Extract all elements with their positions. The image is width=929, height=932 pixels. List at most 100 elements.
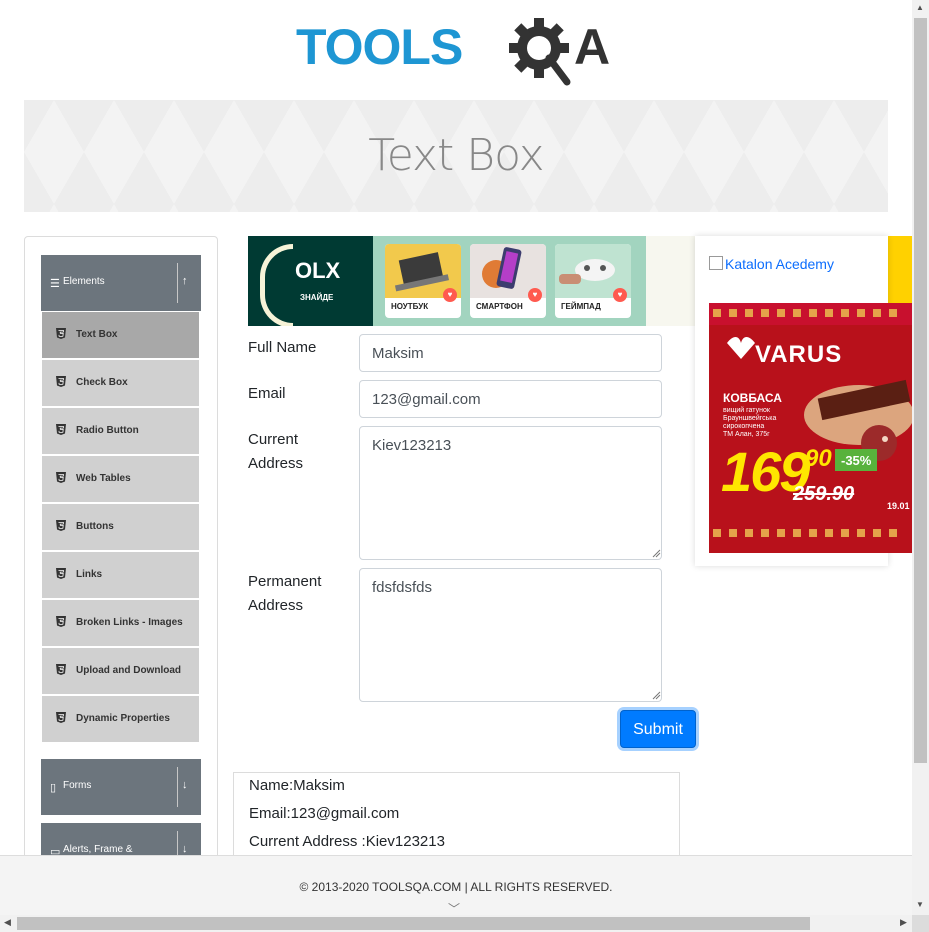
logo-a-text: A (574, 19, 610, 75)
current-address-textarea[interactable]: Kiev123213 (359, 426, 662, 560)
current-address-label-line2: Address (248, 455, 304, 472)
hamburger-icon: ☰ (50, 278, 60, 290)
scrollbar-corner (912, 915, 929, 932)
vertical-scrollbar[interactable]: ▲ ▼ (912, 0, 929, 915)
arrow-up-icon: ↑ (182, 275, 188, 287)
heart-icon: ♥ (613, 288, 627, 302)
varus-description-3: сирокопчена (723, 423, 765, 430)
heart-icon: ♥ (528, 288, 542, 302)
divider (177, 263, 178, 303)
output-current-address: Current Address :Kiev123213 (249, 833, 445, 850)
heart-icon: ♥ (443, 288, 457, 302)
html5-icon (56, 664, 66, 675)
sidebar-menu: ☰ Elements ↑ Text Box Check Box Radio Bu… (24, 236, 218, 878)
sidebar-group-title: Forms (63, 780, 92, 791)
varus-description-4: ТМ Алан, 375г (723, 431, 770, 438)
output-email: Email:123@gmail.com (249, 805, 400, 822)
logo-gear-icon (509, 18, 571, 86)
broken-image-icon (709, 256, 723, 270)
html5-icon (56, 616, 66, 627)
html5-icon (56, 568, 66, 579)
html5-icon (56, 712, 66, 723)
sidebar-item-label: Text Box (76, 329, 118, 340)
sidebar-item-dynamic-properties[interactable]: Dynamic Properties (41, 695, 200, 743)
document-icon: ▯ (50, 782, 57, 794)
sidebar-item-label: Dynamic Properties (76, 713, 170, 724)
sidebar-item-text-box[interactable]: Text Box (41, 311, 200, 359)
varus-description-2: Брауншвейгська (723, 415, 777, 422)
sidebar-group-title: Elements (63, 276, 105, 287)
varus-old-price: 259.90 (793, 483, 855, 505)
resize-handle-icon[interactable] (652, 691, 661, 700)
horizontal-scrollbar[interactable]: ◀ ▶ (0, 915, 912, 932)
sidebar-item-check-box[interactable]: Check Box (41, 359, 200, 407)
ad-product-label: ГЕЙМПАД (561, 302, 601, 311)
varus-ad-banner: VARUS КОВБАСА вищий гатунок Брауншвейгсь… (709, 303, 912, 553)
footer: © 2013-2020 TOOLSQA.COM | ALL RIGHTS RES… (0, 855, 912, 916)
varus-price-cents: 90 (805, 445, 832, 472)
email-input[interactable]: 123@gmail.com (359, 380, 662, 418)
sidebar-item-label: Radio Button (76, 425, 139, 436)
permanent-address-textarea[interactable]: fdsfdsfds (359, 568, 662, 702)
sidebar-group-forms[interactable]: ▯ Forms ↓ (41, 759, 201, 815)
scroll-left-arrow-icon[interactable]: ◀ (4, 917, 11, 928)
sidebar-item-label: Upload and Download (76, 665, 181, 676)
divider (177, 767, 178, 807)
olx-slogan: ЗНАЙДЕ (300, 293, 334, 302)
html5-icon (56, 376, 66, 387)
side-advertisement[interactable]: Katalon Acedemy VARUS КОВБАСА вищий гату… (695, 236, 912, 566)
ad-product-laptop: НОУТБУК ♥ (385, 244, 461, 318)
resize-handle-icon[interactable] (652, 549, 661, 558)
logo-tools-text: TOOLS (296, 19, 462, 75)
arrow-down-icon: ↓ (182, 843, 188, 855)
sidebar-item-links[interactable]: Links (41, 551, 200, 599)
sidebar-group-elements[interactable]: ☰ Elements ↑ (41, 255, 201, 311)
horizontal-scroll-thumb[interactable] (17, 917, 810, 930)
katalon-ad-link[interactable]: Katalon Acedemy (709, 256, 834, 272)
toolsqa-logo[interactable]: TOOLS A (296, 14, 622, 92)
sidebar-item-broken-links[interactable]: Broken Links - Images (41, 599, 200, 647)
page-header-banner: Text Box (24, 100, 888, 212)
katalon-alt-text: Katalon Acedemy (725, 256, 834, 272)
html5-icon (56, 520, 66, 531)
html5-icon (56, 472, 66, 483)
ad-product-label: НОУТБУК (391, 302, 429, 311)
scroll-up-arrow-icon[interactable]: ▲ (916, 3, 924, 12)
sidebar-item-label: Buttons (76, 521, 114, 532)
page-title: Text Box (368, 130, 544, 181)
varus-date: 19.01 (887, 501, 910, 511)
varus-description-1: вищий гатунок (723, 407, 770, 414)
copyright-text: © 2013-2020 TOOLSQA.COM | ALL RIGHTS RES… (299, 880, 613, 894)
olx-logo: OLX (295, 258, 341, 283)
permanent-address-label-line2: Address (248, 597, 304, 614)
submit-button[interactable]: Submit (620, 710, 696, 748)
sidebar-item-label: Check Box (76, 377, 128, 388)
varus-brand: VARUS (755, 341, 843, 368)
sidebar-item-upload-download[interactable]: Upload and Download (41, 647, 200, 695)
html5-icon (56, 424, 66, 435)
arrow-down-icon: ↓ (182, 779, 188, 791)
varus-discount: -35% (841, 453, 872, 468)
olx-brand-panel: OLX ЗНАЙДЕ (248, 236, 373, 326)
sidebar-item-label: Web Tables (76, 473, 131, 484)
sidebar-item-buttons[interactable]: Buttons (41, 503, 200, 551)
full-name-input[interactable]: Maksim (359, 334, 662, 372)
full-name-label: Full Name (248, 339, 317, 356)
current-address-label-line1: Current (248, 431, 299, 448)
sidebar-item-label: Broken Links - Images (76, 617, 183, 628)
permanent-address-label-line1: Permanent (248, 573, 322, 590)
html5-icon (56, 328, 66, 339)
ad-product-gamepad: ГЕЙМПАД ♥ (555, 244, 631, 318)
sidebar-item-web-tables[interactable]: Web Tables (41, 455, 200, 503)
sidebar-item-label: Links (76, 569, 103, 580)
decorative-arc (260, 244, 293, 326)
varus-product: КОВБАСА (723, 391, 782, 405)
sidebar-item-radio-button[interactable]: Radio Button (41, 407, 200, 455)
scroll-down-arrow-icon[interactable]: ▼ (916, 900, 924, 909)
ad-product-label: СМАРТФОН (476, 302, 523, 311)
scroll-right-arrow-icon[interactable]: ▶ (900, 917, 907, 928)
vertical-scroll-thumb[interactable] (914, 18, 927, 763)
output-name: Name:Maksim (249, 777, 345, 794)
email-label: Email (248, 385, 286, 402)
ad-product-smartphone: СМАРТФОН ♥ (470, 244, 546, 318)
